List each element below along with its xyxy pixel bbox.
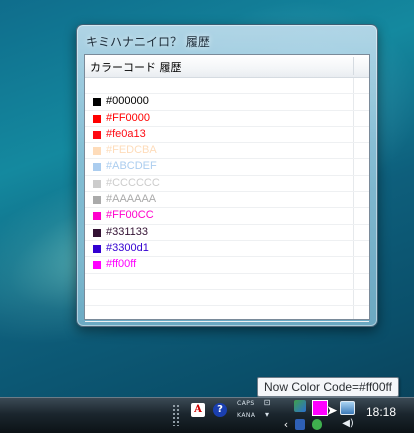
color-swatch [93,179,101,188]
updates-icon[interactable] [312,419,322,430]
history-row[interactable] [85,290,369,307]
history-row[interactable]: #ABCDEF [85,159,369,176]
speaker-icon[interactable]: ◀) [342,418,354,430]
color-swatch [93,130,101,139]
color-code-text: #000000 [106,95,149,108]
color-code-text: #3300d1 [106,241,149,254]
taskbar-grip[interactable] [172,404,180,426]
history-list: #000000 #FF0000 #fe0a13 #FEDCBA #ABCDEF #CCCC… [85,78,369,323]
color-swatch [93,196,101,205]
column-header-color-code-history[interactable]: カラーコード 履歴 [90,59,182,75]
color-swatch [93,147,101,156]
shield-icon[interactable] [295,419,305,430]
color-code-text: #ABCDEF [106,160,157,173]
history-row[interactable]: #FEDCBA [85,143,369,160]
tray-left-arrow-icon[interactable]: ‹ [282,419,290,431]
color-code-text: #FF0000 [106,111,151,124]
ime-kana-indicator[interactable]: KANA [237,412,256,419]
color-code-text: #FEDCBA [106,144,157,157]
history-row[interactable]: #AAAAAA [85,192,369,209]
history-listview[interactable]: カラーコード 履歴 #000000 #FF0000 #fe0a13 #FEDCBA #A… [84,54,370,323]
mouse-cursor-icon: ➤ [326,403,338,419]
adobe-icon[interactable]: A [191,403,205,417]
color-code-text: #AAAAAA [106,193,157,206]
color-code-text: #fe0a13 [106,127,146,140]
color-swatch [93,163,101,172]
list-header[interactable]: カラーコード 履歴 [85,55,369,78]
color-code-tooltip: Now Color Code=#ff00ff [257,377,399,397]
color-code-text: #CCCCCC [106,176,160,189]
ime-settings-icon[interactable]: ⊡ [262,398,272,408]
window-title: キミハナニイロ？ 履歴 [86,35,210,49]
history-row[interactable]: #fe0a13 [85,127,369,144]
history-row[interactable]: #FF0000 [85,111,369,127]
history-row[interactable]: #CCCCCC [85,176,369,193]
ime-dropdown-icon[interactable]: ▾ [262,410,272,420]
color-code-text: #FF00CC [106,209,154,222]
clock[interactable]: 18:18 [366,405,396,419]
history-row[interactable] [85,306,369,323]
color-swatch [93,98,101,107]
color-code-text: #331133 [106,225,149,238]
color-swatch [93,212,101,221]
history-row[interactable] [85,274,369,290]
monitor-icon[interactable] [340,401,355,415]
color-swatch [93,228,101,237]
ime-caps-indicator[interactable]: CAPS [237,400,255,407]
column-separator[interactable] [353,57,354,75]
color-code-text: #ff00ff [106,258,137,271]
history-row[interactable]: #331133 [85,225,369,241]
help-icon[interactable]: ? [213,403,227,417]
color-swatch [93,261,101,270]
history-window: キミハナニイロ？ 履歴 カラーコード 履歴 #000000 #FF0000 #fe0… [76,24,378,327]
history-row[interactable]: #ff00ff [85,257,369,274]
color-swatch [93,114,101,123]
color-swatch [93,244,101,253]
history-row[interactable]: #3300d1 [85,241,369,258]
history-row[interactable]: #000000 [85,94,369,111]
history-row[interactable]: #FF00CC [85,208,369,225]
network-icon[interactable] [294,400,306,412]
history-row[interactable] [85,78,369,95]
